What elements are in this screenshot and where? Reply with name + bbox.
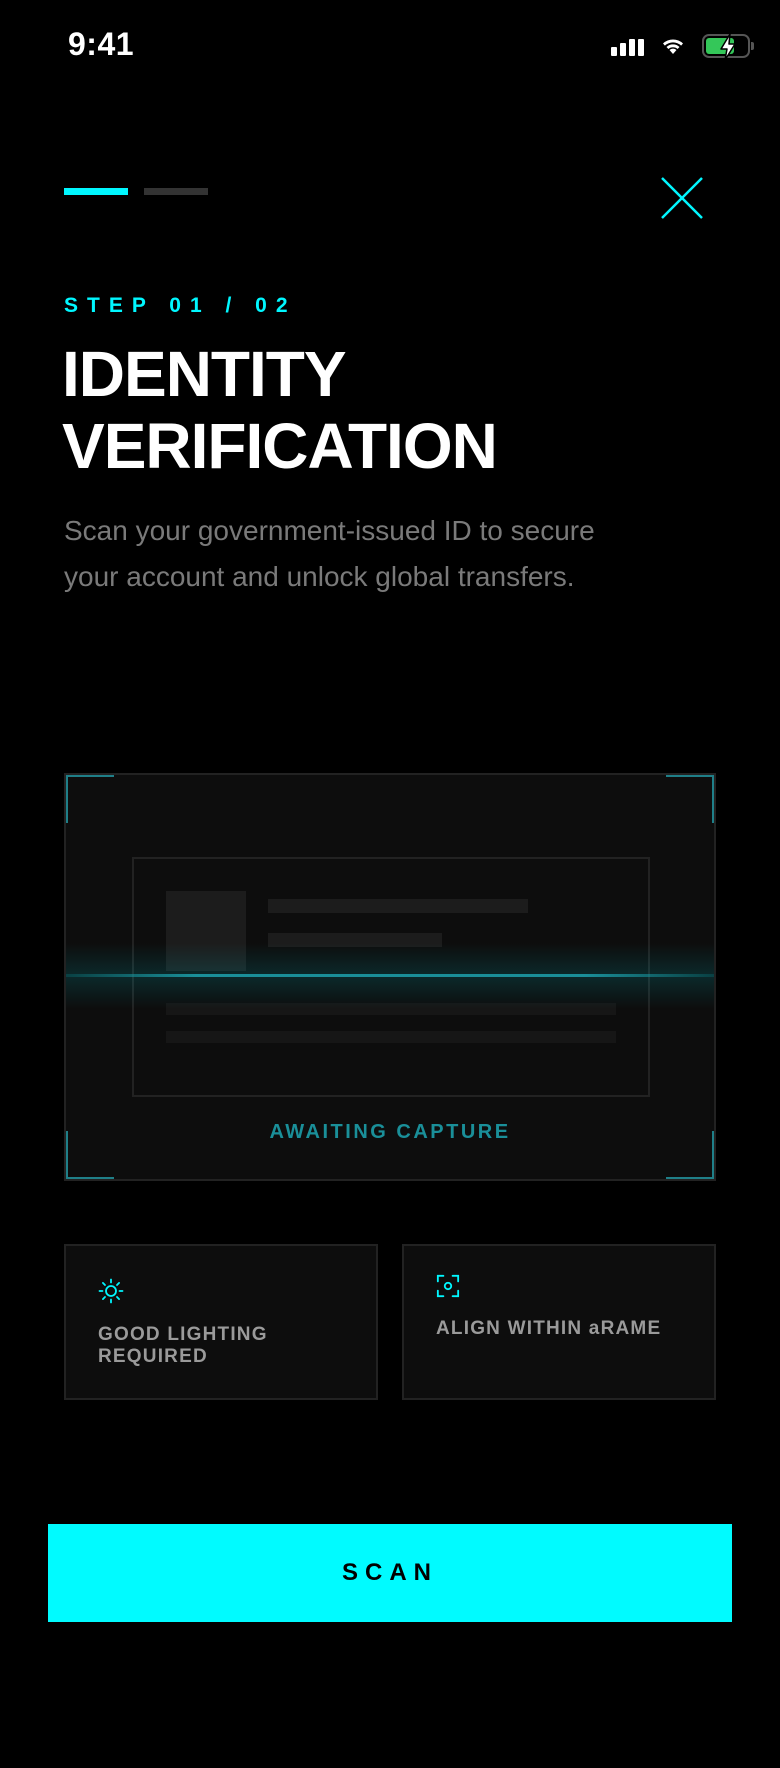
cellular-signal-icon — [611, 36, 644, 56]
id-scanner-viewport: AWAITING CAPTURE — [64, 773, 716, 1181]
scan-button[interactable]: SCAN — [48, 1524, 732, 1622]
page-title-line-1: IDENTITY — [62, 338, 347, 410]
status-icons — [611, 33, 754, 61]
wifi-icon — [663, 39, 683, 54]
page-subtitle: Scan your government-issued ID to secure… — [64, 515, 595, 592]
id-text-placeholder — [166, 1031, 616, 1043]
frame-corner-top-right — [666, 775, 714, 823]
sun-icon — [98, 1278, 124, 1304]
tip-card-align: ALIGN WITHIN aRAME — [402, 1244, 716, 1400]
tip-card-lighting: GOOD LIGHTING REQUIRED — [64, 1244, 378, 1400]
progress-segment-1 — [64, 188, 128, 195]
scan-line — [66, 974, 714, 977]
phone-screen: 9:41 STEP 01 / 02 IDENTITY VERIFICATION … — [0, 0, 780, 1768]
focus-frame-icon — [436, 1274, 460, 1298]
id-text-placeholder — [268, 899, 528, 913]
scan-status-text: AWAITING CAPTURE — [269, 1121, 511, 1143]
frame-corner-top-left — [66, 775, 114, 823]
status-bar: 9:41 — [0, 0, 780, 96]
page-title-line-2: VERIFICATION — [62, 410, 498, 482]
progress-segment-2 — [144, 188, 208, 195]
step-progress-indicator — [64, 188, 208, 195]
step-label: STEP 01 / 02 — [64, 294, 297, 317]
status-time: 9:41 — [68, 26, 135, 62]
tip-label-align: ALIGN WITHIN aRAME — [436, 1318, 662, 1339]
battery-icon — [702, 33, 754, 61]
close-icon — [661, 177, 703, 219]
page-title: IDENTITY VERIFICATION — [62, 338, 682, 482]
close-button[interactable] — [660, 176, 704, 220]
charging-bolt-icon — [720, 33, 736, 61]
tip-label-lighting: GOOD LIGHTING REQUIRED — [98, 1324, 268, 1367]
